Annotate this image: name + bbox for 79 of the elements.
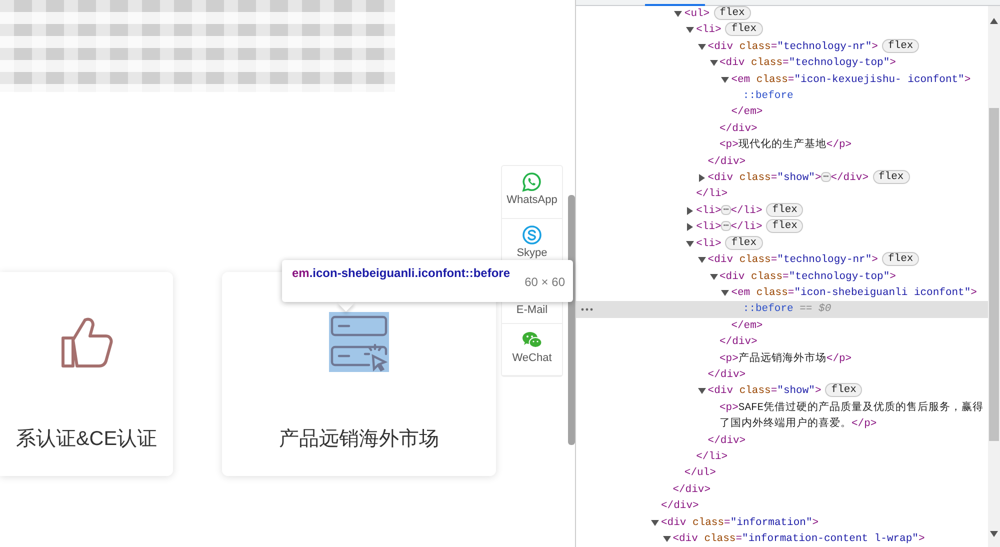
caret-down-icon[interactable]: [686, 240, 694, 248]
skype-icon[interactable]: [522, 224, 542, 244]
caret-down-icon[interactable]: [674, 10, 682, 18]
code-line[interactable]: </li>: [696, 450, 728, 463]
caret-down-icon[interactable]: [721, 288, 730, 297]
caret-down-icon[interactable]: [710, 272, 718, 280]
code-line[interactable]: </div>: [708, 368, 746, 381]
caret-down-icon[interactable]: [662, 535, 671, 543]
code-line[interactable]: </div>: [708, 434, 746, 447]
scroll-down-arrow-icon[interactable]: [990, 531, 998, 537]
contact-label[interactable]: WeChat: [512, 352, 552, 364]
code-line[interactable]: <em class="icon-shebeiguanli iconfont">: [731, 284, 977, 302]
caret-right-icon[interactable]: [698, 174, 706, 182]
tooltip-selector: em.icon-shebeiguanli.iconfont::before: [292, 265, 512, 282]
code-line[interactable]: <div class="technology-top">: [720, 268, 896, 285]
scroll-up-arrow-icon[interactable]: [990, 18, 998, 24]
code-line[interactable]: ::before == $0: [742, 301, 832, 318]
code-line[interactable]: <div class="show">: [708, 170, 822, 186]
code-line[interactable]: </li>: [696, 188, 728, 200]
caret-right-icon[interactable]: [686, 223, 694, 232]
code-line[interactable]: <p>现代化的生产基地</p>: [720, 137, 852, 154]
code-line[interactable]: <div class="information">: [661, 514, 819, 531]
code-line[interactable]: </div>: [720, 122, 758, 135]
code-line[interactable]: </div>: [661, 500, 699, 512]
code-line[interactable]: <div class="technology-top">: [720, 55, 896, 72]
code-line[interactable]: </li>: [730, 221, 762, 234]
wechat-icon[interactable]: [522, 330, 542, 350]
code-line[interactable]: <div class="show">: [708, 383, 822, 400]
contact-label[interactable]: WhatsApp: [506, 194, 558, 207]
code-line[interactable]: </div>: [708, 156, 746, 168]
code-line[interactable]: <ul>: [684, 6, 710, 22]
code-line[interactable]: </li>: [730, 204, 762, 217]
code-line[interactable]: <div class="technology-nr">: [708, 252, 878, 268]
code-line[interactable]: </em>: [731, 320, 763, 332]
code-line[interactable]: </div>: [830, 172, 868, 184]
flex-badge[interactable]: flex: [882, 38, 920, 53]
code-line[interactable]: <em class="icon-kexuejishu- iconfont">: [731, 72, 971, 88]
selected-tree-row[interactable]: ::before == $0: [576, 301, 988, 318]
code-line[interactable]: </em>: [731, 106, 763, 118]
more-icon[interactable]: [581, 308, 593, 312]
caret-down-icon[interactable]: [686, 26, 694, 34]
code-line[interactable]: ::before: [742, 88, 794, 104]
ellipsis-button[interactable]: ⋯: [821, 172, 831, 182]
flex-badge[interactable]: flex: [725, 22, 763, 36]
code-line[interactable]: <p>产品远销海外市场</p>: [720, 350, 852, 367]
code-line[interactable]: </div>: [720, 336, 758, 348]
caret-down-icon[interactable]: [698, 387, 706, 396]
whatsapp-icon[interactable]: [522, 172, 542, 192]
code-line[interactable]: </div>: [672, 484, 710, 496]
caret-down-icon[interactable]: [698, 42, 706, 51]
caret-right-icon[interactable]: [686, 206, 694, 215]
active-tab-indicator: [645, 4, 705, 6]
flex-badge[interactable]: flex: [882, 252, 920, 266]
feature-title: 产品远销海外市场: [279, 427, 439, 452]
caret-down-icon[interactable]: [710, 59, 718, 68]
contact-label[interactable]: Skype: [516, 246, 548, 260]
flex-badge[interactable]: flex: [714, 6, 751, 20]
ellipsis-button[interactable]: ⋯: [721, 221, 731, 232]
code-line[interactable]: <div class="information-content l-wrap">: [672, 531, 925, 547]
contact-label[interactable]: E-Mail: [516, 304, 548, 317]
caret-down-icon[interactable]: [698, 256, 706, 264]
devtools-scrollbar-thumb[interactable]: [989, 108, 999, 441]
ellipsis-button[interactable]: ⋯: [721, 204, 731, 215]
flex-badge[interactable]: flex: [825, 383, 862, 398]
code-line[interactable]: <li>: [696, 236, 722, 252]
flex-badge[interactable]: flex: [766, 219, 804, 234]
flex-badge[interactable]: flex: [766, 202, 804, 217]
flex-badge[interactable]: flex: [725, 236, 763, 250]
code-line[interactable]: <div class="technology-nr">: [708, 38, 878, 56]
feature-title: 系认证&CE认证: [16, 427, 158, 452]
code-line[interactable]: <p>SAFE凭借过硬的产品质量及优质的售后服务，赢得了国内外终端用户的喜爱。</p>: [720, 400, 984, 433]
code-line[interactable]: <li>: [696, 22, 722, 39]
caret-down-icon[interactable]: [721, 76, 730, 84]
code-line[interactable]: <li>: [696, 219, 722, 236]
tooltip-size: 60 × 60: [524, 274, 565, 291]
caret-down-icon[interactable]: [651, 518, 659, 527]
flex-badge[interactable]: flex: [872, 170, 910, 184]
code-line[interactable]: </ul>: [684, 467, 716, 480]
code-line[interactable]: <li>: [696, 202, 722, 220]
